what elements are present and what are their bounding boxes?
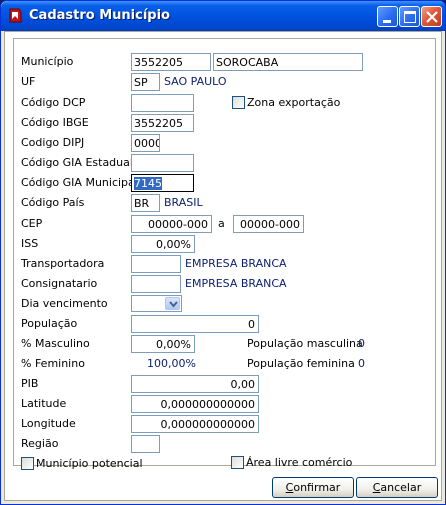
codigo-dcp-label: Código DCP	[21, 96, 86, 109]
uf-nome-value: SAO PAULO	[164, 75, 227, 88]
minimize-button[interactable]	[377, 6, 398, 27]
cep-to-input[interactable]: 00000-000	[233, 215, 304, 233]
cancelar-label: ancelar	[380, 481, 422, 494]
maximize-icon	[404, 11, 416, 23]
populacao-masculina-label: População masculina	[247, 337, 363, 350]
uf-label: UF	[21, 75, 36, 88]
municipio-label: Município	[21, 55, 74, 68]
pct-masculino-label: % Masculino	[21, 337, 90, 350]
municipio-potencial-checkbox[interactable]	[21, 457, 34, 470]
maximize-button[interactable]	[399, 6, 420, 27]
transportadora-label: Transportadora	[21, 257, 105, 270]
codigo-dipj-label: Codigo DIPJ	[21, 136, 85, 149]
dia-vencimento-label: Dia vencimento	[21, 297, 108, 310]
uf-sigla-input[interactable]: SP	[131, 73, 160, 91]
cep-label: CEP	[21, 217, 43, 230]
longitude-input[interactable]: 0,000000000000	[131, 415, 259, 433]
populacao-label: População	[21, 317, 78, 330]
form-panel: Município 3552205 SOROCABA UF SP SAO PAU…	[13, 38, 436, 470]
area-livre-comercio-checkbox[interactable]	[231, 456, 244, 469]
codigo-gia-municipal-label: Código GIA Municipal	[21, 176, 138, 189]
zona-exportacao-label: Zona exportação	[247, 96, 341, 109]
latitude-label: Latitude	[21, 397, 67, 410]
pib-label: PIB	[21, 377, 39, 390]
client-area: Município 3552205 SOROCABA UF SP SAO PAU…	[4, 31, 442, 501]
consignatario-nome-value: EMPRESA BRANCA	[185, 277, 287, 290]
dia-vencimento-select[interactable]	[131, 295, 182, 312]
pib-input[interactable]: 0,00	[131, 375, 259, 393]
populacao-input[interactable]: 0	[131, 315, 259, 333]
longitude-label: Longitude	[21, 417, 76, 430]
codigo-dipj-input[interactable]: 0000	[131, 134, 160, 152]
chevron-down-icon	[169, 301, 178, 308]
regiao-input[interactable]	[131, 435, 160, 453]
pct-masculino-input[interactable]: 0,00%	[131, 335, 195, 353]
cancelar-button[interactable]: Cancelar	[356, 477, 438, 498]
populacao-masculina-value: 0	[358, 337, 365, 350]
window: Cadastro Município Município 3552205 SOR…	[0, 0, 446, 505]
consignatario-label: Consignatario	[21, 277, 98, 290]
municipio-nome-input[interactable]: SOROCABA	[213, 53, 363, 71]
minimize-icon	[383, 20, 391, 23]
latitude-input[interactable]: 0,000000000000	[131, 395, 259, 413]
codigo-dcp-input[interactable]	[131, 94, 194, 112]
populacao-feminina-label: População feminina	[247, 357, 355, 370]
populacao-feminina-value: 0	[358, 357, 365, 370]
codigo-gia-estadual-input[interactable]	[131, 154, 194, 172]
confirmar-label: onfirmar	[293, 481, 341, 494]
transportadora-codigo-input[interactable]	[131, 255, 181, 273]
iss-input[interactable]: 0,00%	[131, 235, 195, 253]
confirmar-button[interactable]: Confirmar	[272, 477, 354, 498]
close-button[interactable]	[421, 6, 442, 27]
pct-feminino-label: % Feminino	[21, 357, 85, 370]
regiao-label: Região	[21, 437, 59, 450]
codigo-pais-nome-value: BRASIL	[164, 196, 203, 209]
cep-separator: a	[218, 217, 225, 230]
close-icon	[426, 11, 438, 23]
zona-exportacao-checkbox[interactable]	[232, 96, 245, 109]
dia-vencimento-dropdown-button[interactable]	[165, 297, 180, 310]
municipio-potencial-label: Município potencial	[36, 457, 143, 470]
transportadora-nome-value: EMPRESA BRANCA	[185, 257, 287, 270]
municipio-codigo-input[interactable]: 3552205	[131, 53, 211, 71]
codigo-gia-municipal-input[interactable]: 7145	[131, 174, 194, 192]
codigo-pais-input[interactable]: BR	[131, 194, 160, 212]
consignatario-codigo-input[interactable]	[131, 275, 181, 293]
cep-from-input[interactable]: 00000-000	[131, 215, 212, 233]
pct-feminino-value: 100,00%	[147, 357, 196, 370]
title-bar[interactable]: Cadastro Município	[1, 1, 445, 31]
iss-label: ISS	[21, 237, 39, 250]
area-livre-comercio-label: Área livre comércio	[246, 456, 353, 469]
codigo-ibge-label: Código IBGE	[21, 116, 89, 129]
codigo-gia-estadual-label: Código GIA Estadual	[21, 156, 133, 169]
codigo-pais-label: Código País	[21, 196, 85, 209]
codigo-gia-municipal-selected-text: 7145	[134, 177, 162, 190]
app-red-icon	[9, 8, 22, 23]
window-title: Cadastro Município	[29, 8, 170, 23]
codigo-ibge-input[interactable]: 3552205	[131, 114, 194, 132]
